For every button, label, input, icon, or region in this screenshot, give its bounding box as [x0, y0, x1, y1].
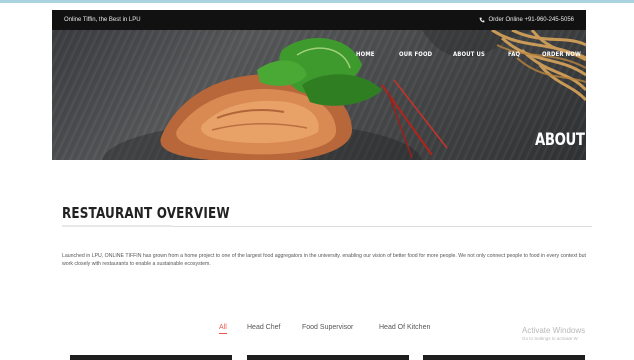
top-info-bar: Online Tiffin, the Best in LPU Order Onl…: [52, 10, 586, 30]
nav-our-food[interactable]: OUR FOOD: [399, 50, 432, 58]
hero-title: ABOUT US: [535, 130, 609, 150]
nav-home[interactable]: HOME: [356, 50, 375, 58]
order-phone-label: Order Online +91-960-245-5056: [488, 17, 574, 23]
team-card[interactable]: [70, 355, 232, 360]
site-tagline: Online Tiffin, the Best in LPU: [64, 17, 141, 23]
nav-order-now[interactable]: ORDER NOW: [542, 50, 581, 58]
team-card[interactable]: [423, 355, 585, 360]
filter-head-of-kitchen[interactable]: Head Of Kitchen: [379, 324, 430, 331]
filter-food-supervisor[interactable]: Food Supervisor: [302, 324, 353, 331]
top-accent-line: [0, 0, 634, 3]
nav-about-us[interactable]: ABOUT US: [453, 50, 485, 58]
watermark-line-1: Activate Windows: [522, 326, 586, 335]
order-phone[interactable]: Order Online +91-960-245-5056: [479, 17, 574, 23]
section-title: RESTAURANT OVERVIEW: [62, 204, 230, 222]
team-card[interactable]: [247, 355, 409, 360]
activate-windows-watermark: Activate Windows Go to Settings to activ…: [522, 326, 585, 341]
phone-icon: [480, 17, 485, 23]
filter-all[interactable]: All: [219, 324, 227, 334]
nav-faq[interactable]: FAQ: [508, 50, 520, 58]
filter-head-chef[interactable]: Head Chef: [247, 324, 280, 331]
overview-paragraph: Launched in LPU, ONLINE TIFFIN has grown…: [62, 253, 586, 267]
watermark-line-2: Go to Settings to activate W: [522, 336, 578, 341]
section-divider-accent: [62, 225, 172, 227]
main-nav: HOME OUR FOOD ABOUT US FAQ ORDER NOW: [52, 50, 586, 62]
